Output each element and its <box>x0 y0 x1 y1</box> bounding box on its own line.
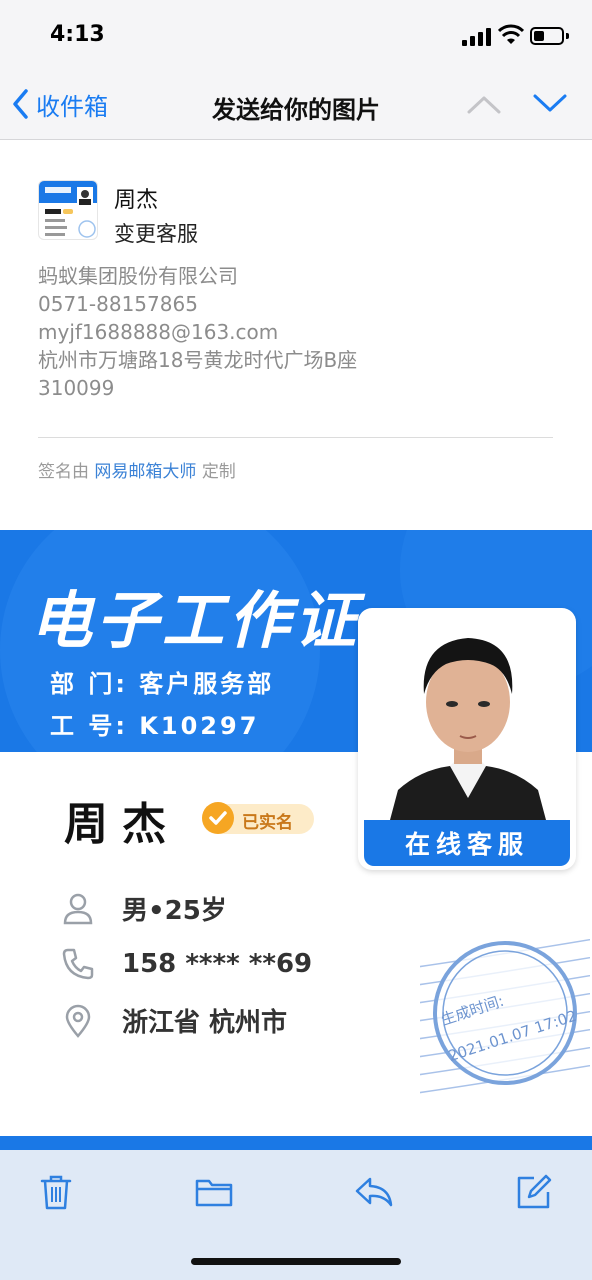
chevron-down-icon[interactable] <box>532 90 568 118</box>
signature-postcode: 310099 <box>38 376 115 400</box>
signature-footer-link[interactable]: 网易邮箱大师 <box>94 462 196 482</box>
reply-icon[interactable] <box>354 1172 394 1212</box>
home-indicator[interactable] <box>191 1258 401 1265</box>
card-bottom-band <box>0 1136 592 1150</box>
trash-icon[interactable] <box>36 1172 76 1212</box>
photo-caption: 在线客服 <box>364 820 570 866</box>
card-department: 部 门: 客户服务部 <box>50 670 275 698</box>
signature-phone[interactable]: 0571-88157865 <box>38 290 357 318</box>
verified-badge: 已实名 <box>202 802 314 834</box>
status-time: 4:13 <box>50 22 105 47</box>
signature-block: 蚂蚁集团股份有限公司 0571-88157865 myjf1688888@163… <box>38 262 357 402</box>
sender-avatar[interactable] <box>38 180 98 240</box>
signature-footer-prefix: 签名由 <box>38 462 89 482</box>
signal-icon <box>462 28 491 46</box>
phone-icon <box>62 948 94 980</box>
divider <box>38 437 553 438</box>
phone-number: 158 **** **69 <box>122 949 313 979</box>
signature-company: 蚂蚁集团股份有限公司 <box>38 264 238 288</box>
battery-icon <box>530 27 564 45</box>
location-pin-icon <box>65 1004 91 1038</box>
signature-address[interactable]: 杭州市万塘路18号黄龙时代广场B座 <box>38 346 357 374</box>
card-photo-frame: 在线客服 <box>358 608 576 870</box>
page-title: 发送给你的图片 <box>212 96 380 124</box>
info-row-phone: 158 **** **69 <box>60 946 312 982</box>
battery-cap <box>566 33 569 39</box>
email-subject: 变更客服 <box>114 222 198 246</box>
chevron-up-icon[interactable] <box>466 90 502 118</box>
status-bar: 4:13 <box>0 0 592 70</box>
info-row-gender: 男•25岁 <box>60 890 227 927</box>
id-card-image[interactable]: 电子工作证 部 门: 客户服务部 工 号: K10297 在线客服 周杰 已实名… <box>0 530 592 1150</box>
card-name: 周杰 <box>64 799 180 850</box>
info-row-location: 浙江省 杭州市 <box>60 1002 287 1039</box>
gender-age: 男•25岁 <box>122 896 227 926</box>
signature-footer-suffix: 定制 <box>201 462 236 482</box>
compose-icon[interactable] <box>514 1172 554 1212</box>
signature-footer: 签名由 网易邮箱大师 定制 <box>38 457 236 482</box>
card-employee-no: 工 号: K10297 <box>50 712 260 740</box>
verified-label: 已实名 <box>242 813 293 833</box>
location: 浙江省 杭州市 <box>122 1008 288 1038</box>
sender-name[interactable]: 周杰 <box>114 182 158 214</box>
nav-bar: 收件箱 发送给你的图片 <box>0 70 592 140</box>
person-icon <box>63 893 93 924</box>
check-icon <box>202 802 234 834</box>
signature-email[interactable]: myjf1688888@163.com <box>38 318 357 346</box>
card-title: 电子工作证 <box>30 584 361 657</box>
wifi-icon <box>498 24 524 44</box>
portrait-photo <box>380 620 556 820</box>
folder-icon[interactable] <box>194 1172 234 1212</box>
